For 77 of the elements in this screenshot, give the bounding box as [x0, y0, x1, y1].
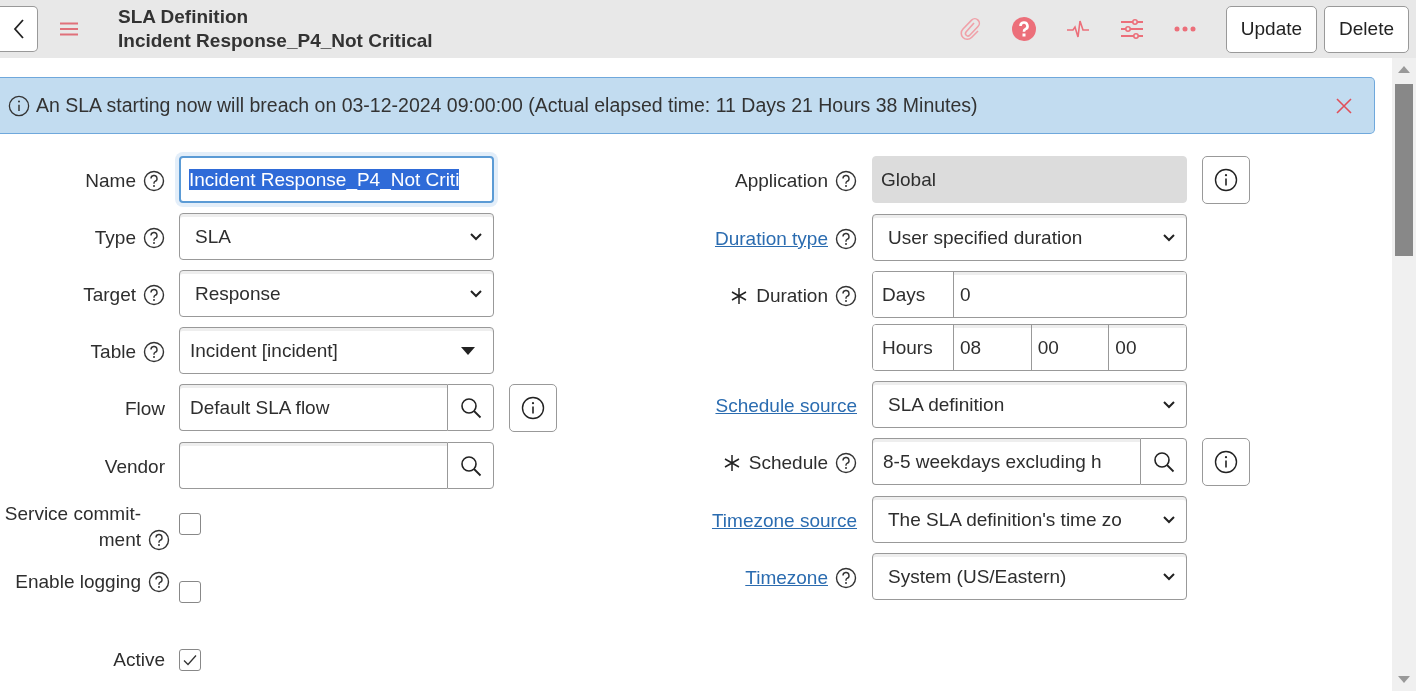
info-button[interactable]	[1202, 438, 1250, 486]
info-icon	[1214, 168, 1238, 192]
field-label-link[interactable]: Timezone source	[711, 508, 857, 534]
help-icon[interactable]	[143, 341, 165, 363]
checkbox[interactable]	[179, 649, 201, 671]
page-title: SLA Definition	[118, 5, 250, 29]
sliders-icon[interactable]	[1119, 17, 1144, 41]
back-icon	[12, 18, 25, 40]
scrollbar[interactable]	[1392, 58, 1416, 691]
info-icon	[521, 396, 545, 420]
field-label: Application	[735, 169, 828, 193]
search-icon	[458, 453, 483, 478]
scroll-up-icon	[1398, 66, 1410, 73]
field-label: Schedule	[748, 451, 828, 475]
select-dropdown[interactable]: SLA definition	[872, 381, 1187, 428]
checkbox[interactable]	[179, 513, 201, 535]
chevron-down-icon	[1162, 399, 1176, 410]
choice-dropdown[interactable]: Incident [incident]	[179, 327, 494, 374]
field-label: Flow	[124, 397, 165, 421]
help-icon[interactable]	[835, 285, 857, 307]
select-dropdown[interactable]: System (US/Eastern)	[872, 553, 1187, 600]
help-icon[interactable]	[835, 228, 857, 250]
banner-message: An SLA starting now will breach on 03-12-2024 09:00:00 (Actual elapsed time: 11 Days 21 Hours 38 Minutes)	[36, 94, 979, 117]
header-button[interactable]: Delete	[1324, 5, 1409, 53]
record-title: Incident Response_P4_Not Critical	[118, 29, 434, 53]
field-label: Vendor	[104, 455, 165, 479]
close-icon[interactable]	[1336, 97, 1352, 114]
scroll-down-icon	[1398, 676, 1410, 683]
help-icon[interactable]	[148, 571, 170, 593]
help-icon[interactable]	[835, 452, 857, 474]
field-label: Type	[94, 226, 136, 250]
field-label: Active	[113, 648, 165, 672]
info-icon	[1214, 450, 1238, 474]
header-button[interactable]: Update	[1225, 5, 1318, 53]
lookup-button[interactable]	[447, 442, 494, 489]
checkbox[interactable]	[179, 581, 201, 603]
paperclip-icon[interactable]	[957, 17, 982, 41]
chevron-down-icon	[1162, 514, 1176, 525]
chevron-down-icon	[469, 231, 483, 242]
field-label: Duration	[756, 284, 828, 308]
info-button[interactable]	[509, 384, 557, 432]
menu-icon[interactable]	[60, 22, 78, 36]
chevron-down-icon	[1162, 232, 1176, 243]
field-label-link[interactable]: Timezone	[745, 565, 828, 591]
field-label: Name	[85, 169, 136, 193]
lookup-button[interactable]	[447, 384, 494, 431]
info-button[interactable]	[1202, 156, 1250, 204]
scrollbar-thumb[interactable]	[1395, 84, 1413, 256]
field-label: Enable logging	[15, 570, 141, 594]
help-icon[interactable]	[143, 227, 165, 249]
help-icon[interactable]	[835, 567, 857, 589]
help-icon[interactable]	[143, 170, 165, 192]
readonly-field: Global	[872, 156, 1187, 203]
field-label: Service commit-ment	[3, 502, 141, 552]
field-label-link[interactable]: Duration type	[715, 226, 828, 252]
lookup-button[interactable]	[1140, 438, 1187, 485]
field-label: Table	[90, 340, 136, 364]
checkmark-icon	[182, 652, 198, 668]
info-icon	[8, 94, 30, 117]
search-icon	[458, 395, 483, 420]
field-label-link[interactable]: Schedule source	[715, 393, 857, 419]
chevron-down-icon	[469, 288, 483, 299]
field-label: Target	[83, 283, 136, 307]
back-button[interactable]	[0, 6, 38, 52]
chevron-down-icon	[1162, 571, 1176, 582]
help-icon[interactable]	[148, 529, 170, 551]
search-icon	[1151, 449, 1176, 474]
select-dropdown[interactable]: SLA	[179, 213, 494, 260]
help-icon[interactable]	[143, 284, 165, 306]
reference-input[interactable]	[179, 442, 447, 489]
reference-input[interactable]: 8-5 weekdays excluding h	[872, 438, 1140, 485]
help-icon[interactable]	[835, 170, 857, 192]
reference-input[interactable]: Default SLA flow	[179, 384, 447, 431]
select-dropdown[interactable]: The SLA definition's time zo	[872, 496, 1187, 543]
select-dropdown[interactable]: User specified duration	[872, 214, 1187, 261]
select-dropdown[interactable]: Response	[179, 270, 494, 317]
caret-icon	[461, 346, 475, 355]
